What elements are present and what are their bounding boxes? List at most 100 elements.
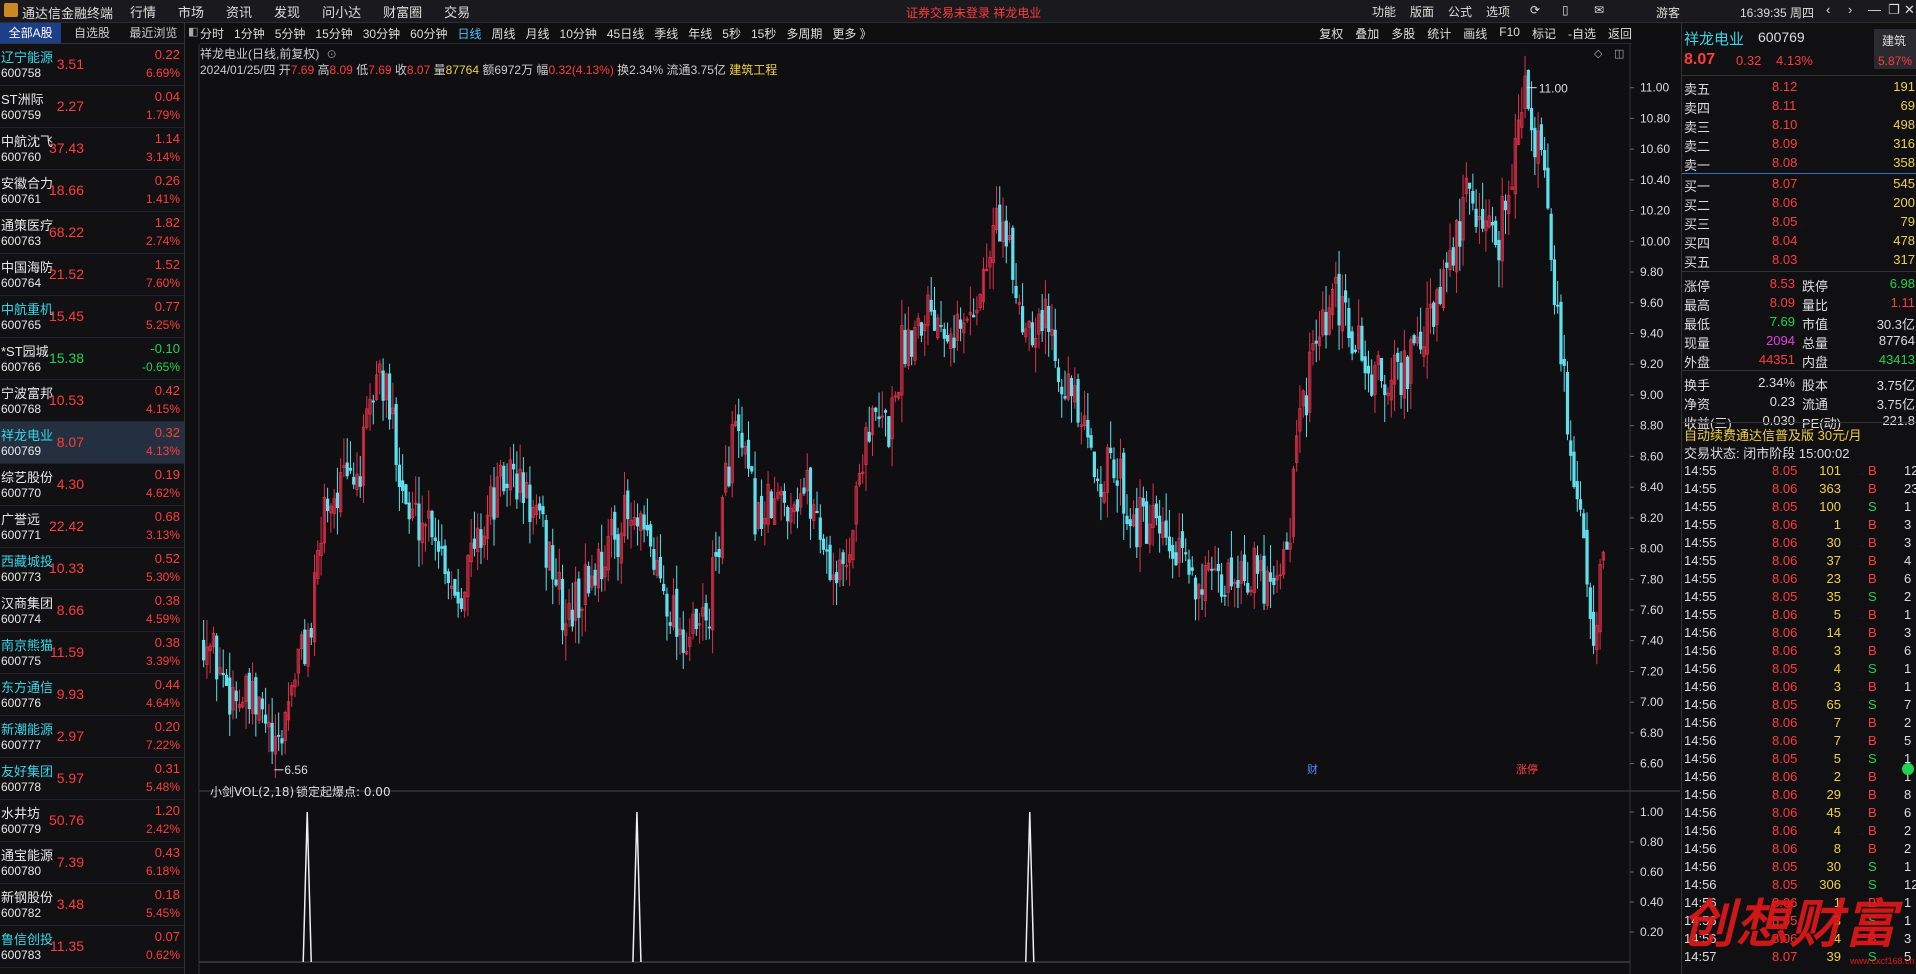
period-tab[interactable]: 季线 (654, 25, 678, 42)
candle-body (348, 467, 353, 471)
bid-row[interactable]: 买三 8.05 79 (1682, 213, 1916, 232)
menu-item[interactable]: 问小达 (322, 2, 361, 21)
chart-tool-button[interactable]: 返回 (1608, 25, 1632, 42)
period-tab[interactable]: 更多 》 (832, 25, 871, 42)
stock-row[interactable]: *ST园城 600766 15.38 -0.10 -0.65% (0, 338, 184, 380)
period-tab[interactable]: 1分钟 (234, 25, 265, 42)
ask-row[interactable]: 卖三 8.10 498 (1682, 116, 1916, 135)
period-tab[interactable]: 5分钟 (275, 25, 306, 42)
stock-row[interactable]: ST洲际 600759 2.27 0.04 1.79% (0, 86, 184, 128)
tick-count: 1 (1904, 679, 1912, 694)
stock-row[interactable]: 综艺股份 600770 4.30 0.19 4.62% (0, 464, 184, 506)
stock-row[interactable]: 友好集团 600778 5.97 0.31 5.48% (0, 758, 184, 800)
forward-icon[interactable]: › (1848, 2, 1852, 17)
user-label[interactable]: 游客 (1656, 4, 1680, 21)
candle-body (662, 583, 666, 592)
period-tab[interactable]: 15秒 (751, 25, 776, 42)
bid-row[interactable]: 买五 8.03 317 (1682, 251, 1916, 270)
stock-row[interactable]: 广誉远 600771 22.42 0.68 3.13% (0, 506, 184, 548)
chart-dropdown-icon[interactable]: ⊙ (327, 47, 337, 61)
expand-icon[interactable]: ◫ (1614, 48, 1624, 60)
kline-chart[interactable]: 11.00 10.80 10.60 10.40 10.20 10.00 9.80 9.60 9.… (186, 44, 1680, 974)
stock-list-tab[interactable]: 全部A股 (0, 23, 62, 43)
stock-row[interactable]: 通宝能源 600780 7.39 0.43 6.18% (0, 842, 184, 884)
ask-row[interactable]: 卖二 8.09 316 (1682, 135, 1916, 154)
promo-row[interactable]: 自动续费通达信普及版 30元/月 (1682, 422, 1916, 443)
chart-tool-button[interactable]: -自选 (1568, 25, 1596, 42)
indicator-label[interactable]: 小剑VOL(2,18) (210, 784, 294, 799)
stock-row[interactable]: 新潮能源 600777 2.97 0.20 7.22% (0, 716, 184, 758)
bid-row[interactable]: 买一 8.07 545 (1682, 175, 1916, 194)
diamond-icon[interactable]: ◇ (1594, 48, 1603, 60)
period-tab[interactable]: 年线 (688, 25, 712, 42)
menu-item[interactable]: 资讯 (226, 2, 252, 21)
chart-tool-button[interactable]: 画线 (1463, 25, 1487, 42)
candle-body (234, 690, 238, 702)
stock-row[interactable]: 辽宁能源 600758 3.51 0.22 6.69% (0, 44, 184, 86)
bid-row[interactable]: 买四 8.04 478 (1682, 232, 1916, 251)
right-menu-item[interactable]: 选项 (1486, 3, 1510, 20)
chart-tool-button[interactable]: F10 (1499, 25, 1520, 42)
period-tab[interactable]: 30分钟 (363, 25, 400, 42)
menu-item[interactable]: 交易 (444, 2, 470, 21)
ask-row[interactable]: 卖一 8.08 358 (1682, 154, 1916, 173)
stock-row[interactable]: 祥龙电业 600769 8.07 0.32 4.13% (0, 422, 184, 464)
menu-item[interactable]: 财富圈 (383, 2, 422, 21)
stock-list-tab[interactable]: 自选股 (61, 23, 122, 43)
stock-list-tab[interactable]: 最近浏览 (123, 23, 184, 43)
stock-row[interactable]: 汉商集团 600774 8.66 0.38 4.59% (0, 590, 184, 632)
stock-row[interactable]: 中航沈飞 600760 37.43 1.14 3.14% (0, 128, 184, 170)
period-tab[interactable]: 45日线 (607, 25, 644, 42)
right-menu-item[interactable]: 公式 (1448, 3, 1472, 20)
chart-tool-button[interactable]: 标记 (1532, 25, 1556, 42)
mail-icon[interactable]: ✉ (1594, 3, 1604, 17)
candle-body (1223, 594, 1227, 597)
chart-tool-button[interactable]: 多股 (1391, 25, 1415, 42)
finance-event-marker[interactable]: 财 (1307, 762, 1318, 776)
period-tab[interactable]: 10分钟 (560, 25, 597, 42)
login-warning[interactable]: 证券交易未登录 祥龙电业 (906, 4, 1041, 21)
period-tab[interactable]: 分时 (200, 25, 224, 42)
candle-body (1490, 221, 1495, 226)
stock-row[interactable]: 通策医疗 600763 68.22 1.82 2.74% (0, 212, 184, 254)
menu-item[interactable]: 市场 (178, 2, 204, 21)
period-tab[interactable]: 月线 (526, 25, 550, 42)
stock-row[interactable]: 西藏城投 600773 10.33 0.52 5.30% (0, 548, 184, 590)
industry-label[interactable]: 建筑工程 (729, 63, 777, 77)
maximize-icon[interactable]: ❐ (1888, 2, 1900, 18)
stock-row[interactable]: 东方通信 600776 9.93 0.44 4.64% (0, 674, 184, 716)
chart-tool-button[interactable]: 复权 (1319, 25, 1343, 42)
period-tab[interactable]: 60分钟 (410, 25, 447, 42)
stock-row[interactable]: 中国海防 600764 21.52 1.52 7.60% (0, 254, 184, 296)
ask-row[interactable]: 卖五 8.12 191 (1682, 78, 1916, 97)
period-tab[interactable]: 5秒 (722, 25, 741, 42)
period-tab[interactable]: 多周期 (786, 25, 822, 42)
ask-row[interactable]: 卖四 8.11 69 (1682, 97, 1916, 116)
stock-row[interactable]: 新钢股份 600782 3.48 0.18 5.45% (0, 884, 184, 926)
period-tab[interactable]: 周线 (491, 25, 515, 42)
panel-toggle-icon[interactable]: ◧ (188, 25, 198, 38)
stock-row[interactable]: 宁波富邦 600768 10.53 0.42 4.15% (0, 380, 184, 422)
stock-row[interactable]: 中航重机 600765 15.45 0.77 5.25% (0, 296, 184, 338)
period-tab[interactable]: 15分钟 (315, 25, 352, 42)
menu-item[interactable]: 行情 (130, 2, 156, 21)
back-icon[interactable]: ‹ (1826, 2, 1830, 17)
period-tab[interactable]: 日线 (457, 25, 481, 42)
status-dot-icon[interactable] (1902, 763, 1914, 775)
refresh-icon[interactable]: ⟳ (1530, 3, 1540, 17)
right-menu-item[interactable]: 功能 (1372, 3, 1396, 20)
stock-row[interactable]: 鲁银投资6007845.930.223.85% (0, 968, 184, 974)
menu-item[interactable]: 发现 (274, 2, 300, 21)
stock-row[interactable]: 安徽合力 600761 18.66 0.26 1.41% (0, 170, 184, 212)
bid-row[interactable]: 买二 8.06 200 (1682, 194, 1916, 213)
limit-up-event-marker[interactable]: 涨停 (1516, 762, 1538, 776)
minimize-icon[interactable]: — (1868, 2, 1881, 17)
stock-row[interactable]: 鲁信创投 600783 11.35 0.07 0.62% (0, 926, 184, 968)
phone-icon[interactable]: ▯ (1562, 3, 1569, 17)
chart-tool-button[interactable]: 统计 (1427, 25, 1451, 42)
right-menu-item[interactable]: 版面 (1410, 3, 1434, 20)
stock-row[interactable]: 水井坊 600779 50.76 1.20 2.42% (0, 800, 184, 842)
close-icon[interactable]: ✕ (1904, 2, 1915, 18)
stock-row[interactable]: 南京熊猫 600775 11.59 0.38 3.39% (0, 632, 184, 674)
chart-tool-button[interactable]: 叠加 (1355, 25, 1379, 42)
